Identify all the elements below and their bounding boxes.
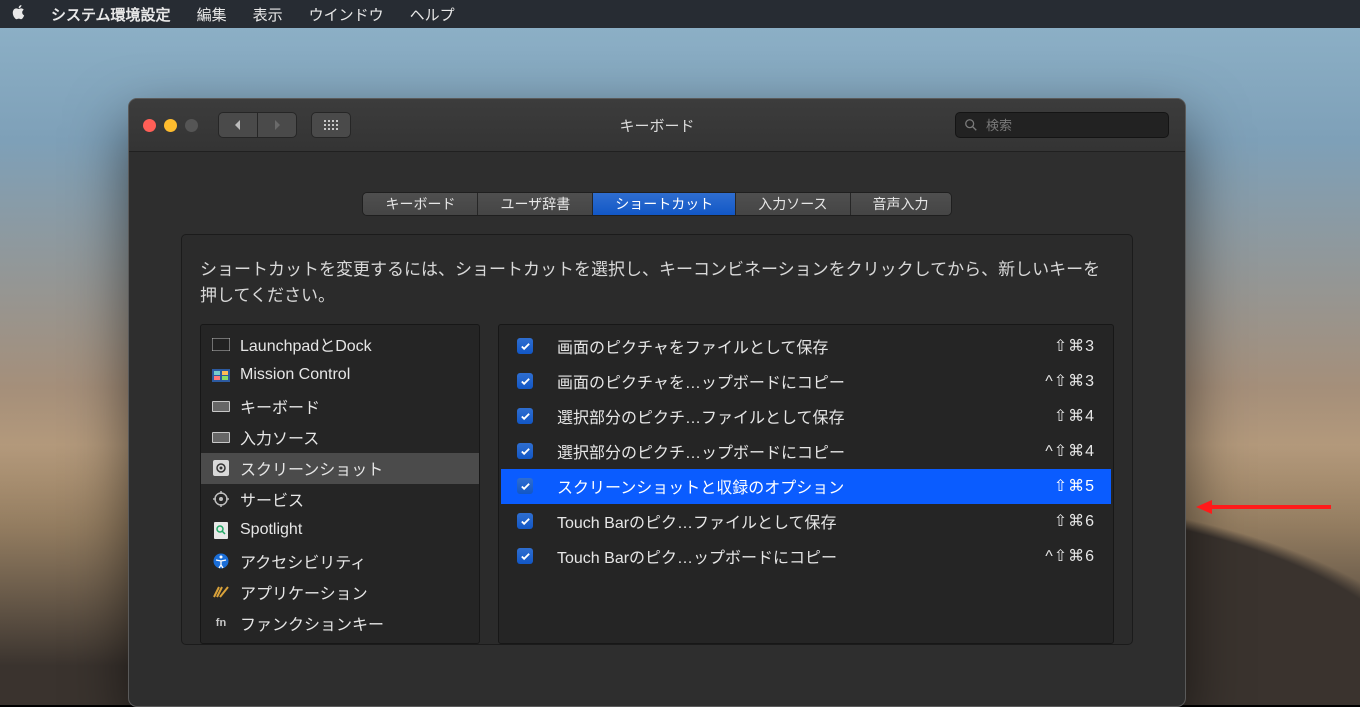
nav-forward-button[interactable]	[257, 112, 297, 138]
shortcut-key[interactable]: ^⇧⌘3	[1045, 371, 1095, 391]
sidebar-item-label: ファンクションキー	[240, 611, 384, 635]
sidebar-item-accessibility[interactable]: アクセシビリティ	[201, 546, 479, 577]
services-icon	[211, 491, 231, 507]
sidebar-item-services[interactable]: サービス	[201, 484, 479, 515]
spotlight-icon	[211, 522, 231, 538]
keyboard-icon	[211, 398, 231, 414]
sidebar-item-keyboard[interactable]: キーボード	[201, 391, 479, 422]
shortcut-label: Touch Barのピク…ップボードにコピー	[557, 544, 1045, 568]
sidebar-item-spotlight[interactable]: Spotlight	[201, 515, 479, 546]
sidebar-item-label: アプリケーション	[240, 580, 368, 604]
shortcut-list[interactable]: 画面のピクチャをファイルとして保存⇧⌘3画面のピクチャを…ップボードにコピー^⇧…	[498, 324, 1114, 644]
zoom-button[interactable]	[185, 119, 198, 132]
window-title: キーボード	[619, 115, 694, 136]
mission-icon	[211, 367, 231, 383]
sidebar-item-launchpad[interactable]: LaunchpadとDock	[201, 329, 479, 360]
sidebar-item-screenshot[interactable]: スクリーンショット	[201, 453, 479, 484]
search-field[interactable]	[955, 112, 1169, 138]
grid-icon	[324, 120, 338, 130]
shortcut-label: 画面のピクチャを…ップボードにコピー	[557, 369, 1045, 393]
menubar-app-name[interactable]: システム環境設定	[38, 0, 184, 28]
sidebar-item-label: Spotlight	[240, 521, 302, 539]
tab-0[interactable]: キーボード	[363, 193, 478, 215]
apple-menu[interactable]	[0, 4, 38, 24]
accessibility-icon	[211, 553, 231, 569]
shortcut-row-2[interactable]: 選択部分のピクチ…ファイルとして保存⇧⌘4	[501, 399, 1111, 434]
shortcut-checkbox[interactable]	[517, 373, 533, 389]
shortcut-row-6[interactable]: Touch Barのピク…ップボードにコピー^⇧⌘6	[501, 539, 1111, 574]
app-icon	[211, 584, 231, 600]
preferences-window: キーボード キーボードユーザ辞書ショートカット入力ソース音声入力 ショートカット…	[128, 98, 1186, 707]
sidebar-item-label: サービス	[240, 487, 304, 511]
menubar-view[interactable]: 表示	[240, 0, 296, 28]
search-icon	[964, 118, 978, 132]
shortcut-checkbox[interactable]	[517, 443, 533, 459]
shortcut-key[interactable]: ⇧⌘5	[1054, 476, 1095, 496]
tab-4[interactable]: 音声入力	[851, 193, 951, 215]
shortcut-checkbox[interactable]	[517, 513, 533, 529]
menubar-help[interactable]: ヘルプ	[397, 0, 468, 28]
sidebar-item-label: Mission Control	[240, 366, 350, 384]
shortcuts-panel: ショートカットを変更するには、ショートカットを選択し、キーコンビネーションをクリ…	[181, 234, 1133, 645]
sidebar-item-label: アクセシビリティ	[240, 549, 366, 573]
shortcut-row-0[interactable]: 画面のピクチャをファイルとして保存⇧⌘3	[501, 329, 1111, 364]
shortcut-label: 選択部分のピクチ…ファイルとして保存	[557, 404, 1054, 428]
category-list[interactable]: LaunchpadとDock Mission Control キーボード入力ソースス…	[200, 324, 480, 644]
shortcut-label: 画面のピクチャをファイルとして保存	[557, 334, 1054, 358]
launchpad-icon	[211, 336, 231, 352]
minimize-button[interactable]	[164, 119, 177, 132]
sidebar-item-label: キーボード	[240, 394, 320, 418]
sidebar-item-label: スクリーンショット	[240, 456, 383, 480]
shortcut-key[interactable]: ⇧⌘4	[1054, 406, 1095, 426]
shortcut-row-5[interactable]: Touch Barのピク…ファイルとして保存⇧⌘6	[501, 504, 1111, 539]
sidebar-item-app[interactable]: アプリケーション	[201, 577, 479, 608]
tab-1[interactable]: ユーザ辞書	[478, 193, 593, 215]
window-titlebar: キーボード	[129, 99, 1185, 152]
system-menubar: システム環境設定 編集 表示 ウインドウ ヘルプ	[0, 0, 1360, 28]
shortcut-key[interactable]: ^⇧⌘6	[1045, 546, 1095, 566]
shortcut-checkbox[interactable]	[517, 338, 533, 354]
tab-2[interactable]: ショートカット	[593, 193, 736, 215]
menubar-window[interactable]: ウインドウ	[296, 0, 397, 28]
tab-3[interactable]: 入力ソース	[736, 193, 850, 215]
shortcut-key[interactable]: ⇧⌘6	[1054, 511, 1095, 531]
shortcut-checkbox[interactable]	[517, 478, 533, 494]
shortcut-label: スクリーンショットと収録のオプション	[557, 474, 1054, 498]
shortcut-key[interactable]: ⇧⌘3	[1054, 336, 1095, 356]
show-all-button[interactable]	[311, 112, 351, 138]
input-icon	[211, 429, 231, 445]
sidebar-item-label: 入力ソース	[240, 425, 319, 449]
close-button[interactable]	[143, 119, 156, 132]
shortcut-label: 選択部分のピクチ…ップボードにコピー	[557, 439, 1045, 463]
shortcut-checkbox[interactable]	[517, 548, 533, 564]
nav-back-button[interactable]	[218, 112, 257, 138]
shortcut-row-3[interactable]: 選択部分のピクチ…ップボードにコピー^⇧⌘4	[501, 434, 1111, 469]
preference-tabs: キーボードユーザ辞書ショートカット入力ソース音声入力	[362, 192, 951, 216]
shortcut-row-4[interactable]: スクリーンショットと収録のオプション⇧⌘5	[501, 469, 1111, 504]
sidebar-item-input[interactable]: 入力ソース	[201, 422, 479, 453]
search-input[interactable]	[984, 117, 1164, 134]
screenshot-icon	[211, 460, 231, 476]
sidebar-item-fn[interactable]: fn ファンクションキー	[201, 608, 479, 639]
instruction-text: ショートカットを変更するには、ショートカットを選択し、キーコンビネーションをクリ…	[200, 257, 1114, 310]
shortcut-label: Touch Barのピク…ファイルとして保存	[557, 509, 1054, 533]
sidebar-item-mission[interactable]: Mission Control	[201, 360, 479, 391]
shortcut-checkbox[interactable]	[517, 408, 533, 424]
menubar-edit[interactable]: 編集	[184, 0, 240, 28]
fn-icon: fn	[211, 615, 231, 631]
sidebar-item-label: LaunchpadとDock	[240, 332, 372, 356]
shortcut-key[interactable]: ^⇧⌘4	[1045, 441, 1095, 461]
shortcut-row-1[interactable]: 画面のピクチャを…ップボードにコピー^⇧⌘3	[501, 364, 1111, 399]
